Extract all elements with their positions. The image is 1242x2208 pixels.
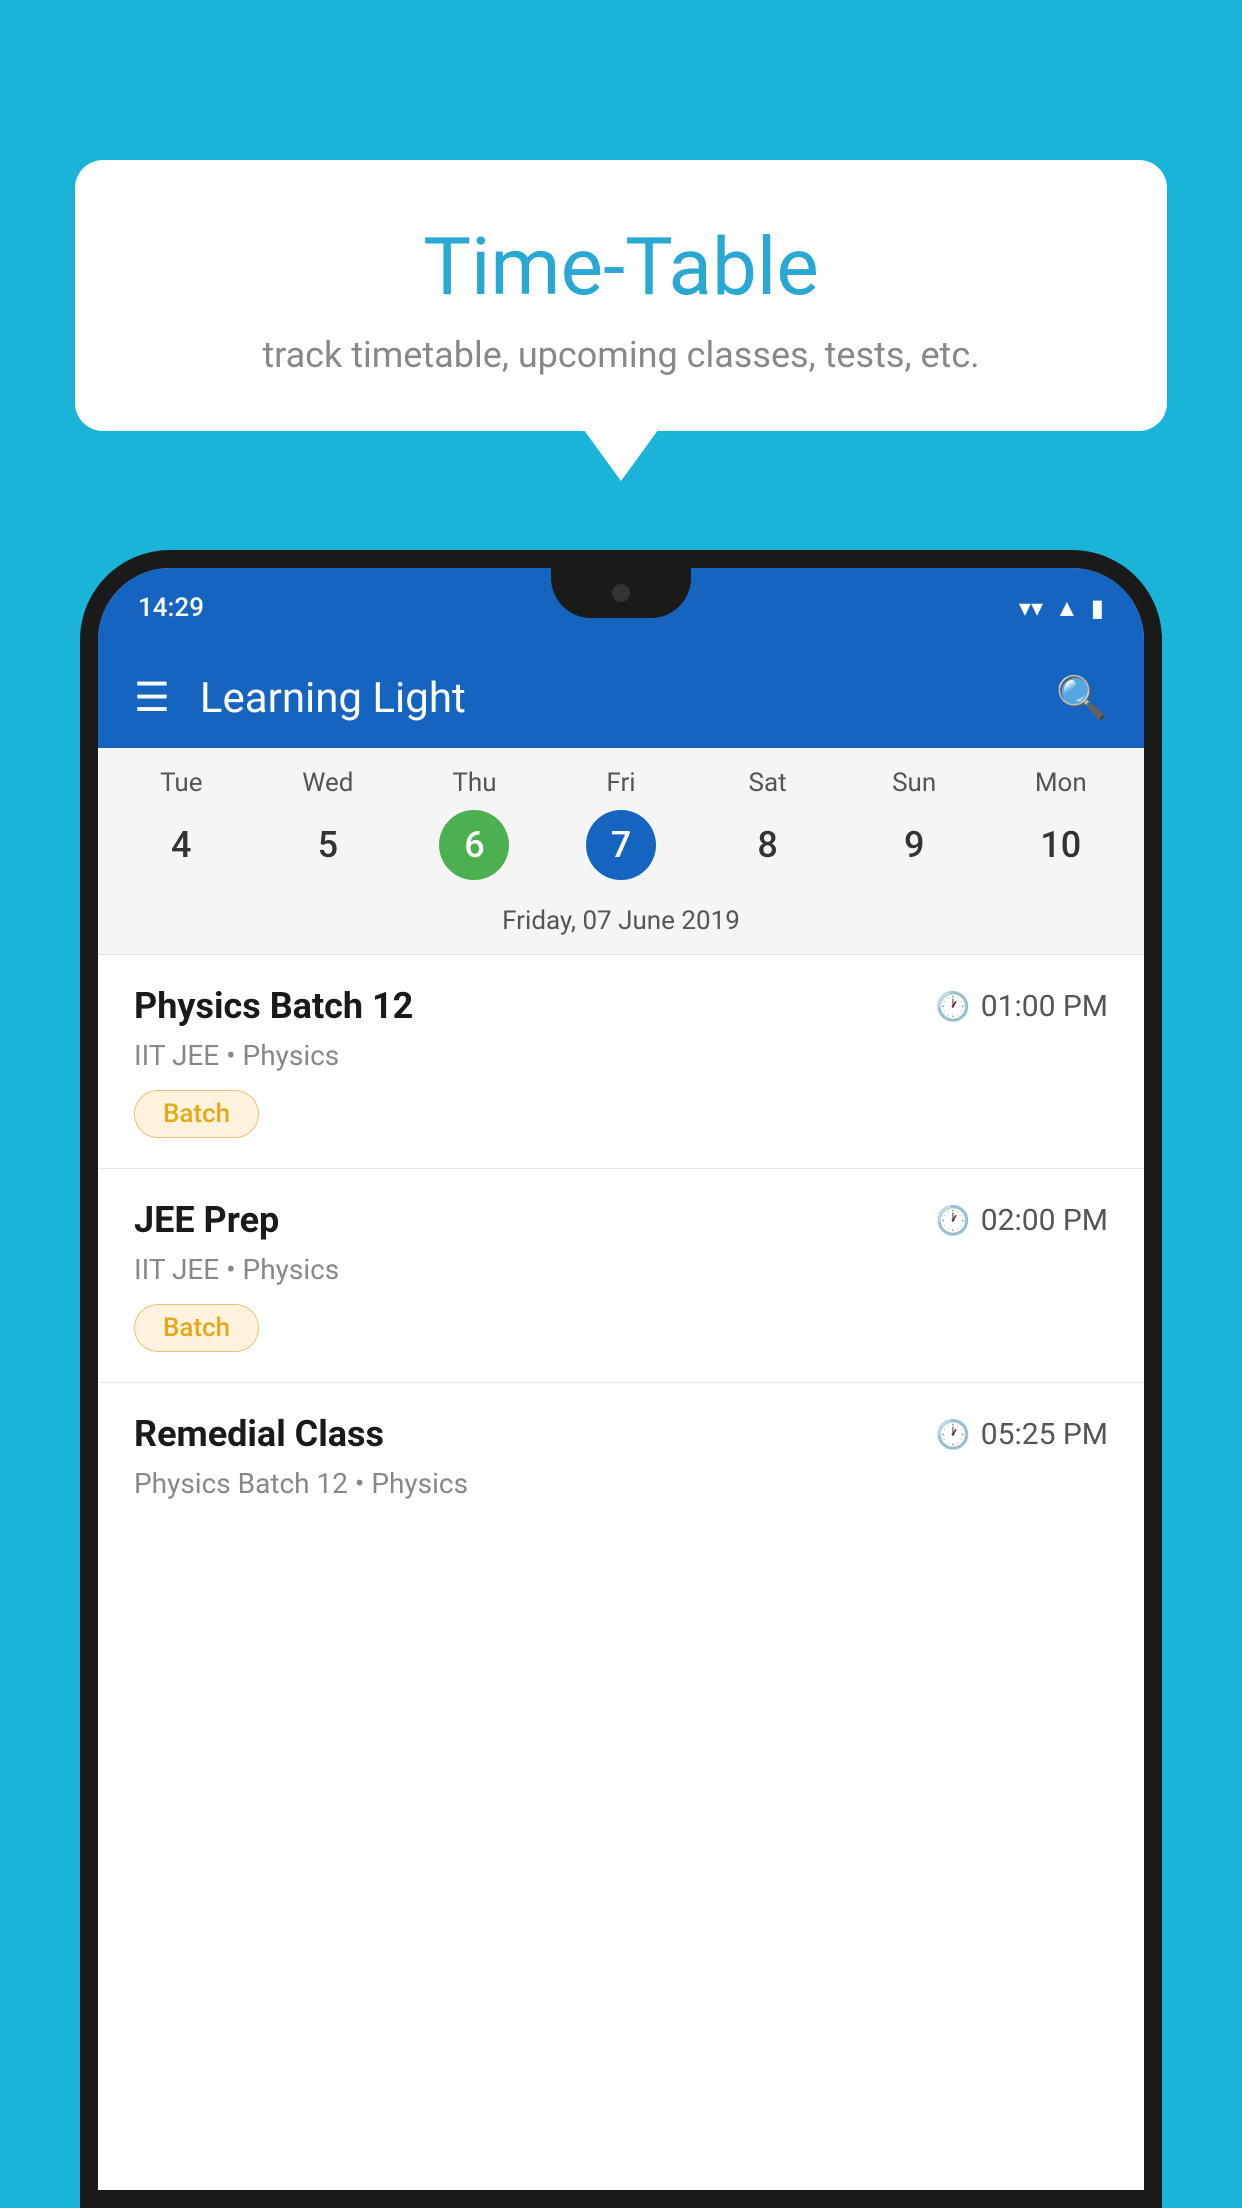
- time-text: 05:25 PM: [981, 1417, 1108, 1452]
- time-text: 02:00 PM: [981, 1203, 1108, 1238]
- day-name: Sun: [892, 768, 936, 798]
- day-name: Thu: [452, 768, 496, 798]
- class-item[interactable]: Physics Batch 12 🕐 01:00 PM IIT JEE • Physi…: [98, 955, 1144, 1169]
- day-number[interactable]: 7: [586, 810, 656, 880]
- status-icons: ▾▾ ▲ ▮: [1019, 594, 1104, 623]
- wifi-icon: ▾▾: [1019, 594, 1043, 622]
- battery-icon: ▮: [1091, 594, 1104, 622]
- calendar-day[interactable]: Sun 9: [841, 768, 988, 880]
- phone-screen: 14:29 ▾▾ ▲ ▮ ☰ Learning Light 🔍 Tue 4 Wed 5…: [98, 568, 1144, 2190]
- selected-date-label: Friday, 07 June 2019: [98, 890, 1144, 955]
- speech-bubble: Time-Table track timetable, upcoming cla…: [75, 160, 1167, 431]
- day-name: Tue: [160, 768, 202, 798]
- batch-tag: Batch: [134, 1090, 259, 1138]
- search-icon[interactable]: 🔍: [1056, 674, 1108, 723]
- time-text: 01:00 PM: [981, 989, 1108, 1024]
- class-name: Remedial Class: [134, 1413, 384, 1455]
- day-number[interactable]: 4: [146, 810, 216, 880]
- day-name: Fri: [606, 768, 635, 798]
- class-subject: IIT JEE • Physics: [134, 1039, 1108, 1072]
- class-item[interactable]: Remedial Class 🕐 05:25 PM Physics Batch 12 …: [98, 1383, 1144, 1538]
- app-title: Learning Light: [200, 674, 1026, 723]
- calendar-day[interactable]: Thu 6: [401, 768, 548, 880]
- clock-icon: 🕐: [936, 1418, 971, 1451]
- bubble-title: Time-Table: [115, 220, 1127, 314]
- class-time: 🕐 05:25 PM: [936, 1417, 1108, 1452]
- clock-icon: 🕐: [936, 990, 971, 1023]
- day-name: Sat: [749, 768, 787, 798]
- notch: [551, 568, 691, 618]
- class-time: 🕐 01:00 PM: [936, 989, 1108, 1024]
- calendar-day[interactable]: Mon 10: [987, 768, 1134, 880]
- batch-tag: Batch: [134, 1304, 259, 1352]
- day-number[interactable]: 10: [1026, 810, 1096, 880]
- days-row: Tue 4 Wed 5 Thu 6 Fri 7 Sat 8 Sun 9 Mon 10: [98, 768, 1144, 890]
- app-bar: ☰ Learning Light 🔍: [98, 648, 1144, 748]
- day-number[interactable]: 5: [293, 810, 363, 880]
- day-number[interactable]: 9: [879, 810, 949, 880]
- phone-mockup: 14:29 ▾▾ ▲ ▮ ☰ Learning Light 🔍 Tue 4 Wed 5…: [80, 550, 1162, 2208]
- calendar-day[interactable]: Tue 4: [108, 768, 255, 880]
- calendar-day[interactable]: Wed 5: [255, 768, 402, 880]
- hamburger-menu-icon[interactable]: ☰: [134, 678, 170, 718]
- class-subject: IIT JEE • Physics: [134, 1253, 1108, 1286]
- class-name: JEE Prep: [134, 1199, 279, 1241]
- status-bar: 14:29 ▾▾ ▲ ▮: [98, 568, 1144, 648]
- status-time: 14:29: [138, 593, 204, 623]
- bubble-subtitle: track timetable, upcoming classes, tests…: [115, 334, 1127, 376]
- signal-icon: ▲: [1055, 594, 1079, 623]
- camera-dot: [612, 584, 630, 602]
- class-name: Physics Batch 12: [134, 985, 413, 1027]
- calendar-day[interactable]: Sat 8: [694, 768, 841, 880]
- clock-icon: 🕐: [936, 1204, 971, 1237]
- calendar-day[interactable]: Fri 7: [548, 768, 695, 880]
- day-number[interactable]: 8: [733, 810, 803, 880]
- day-name: Wed: [302, 768, 353, 798]
- classes-list: Physics Batch 12 🕐 01:00 PM IIT JEE • Physi…: [98, 955, 1144, 1538]
- calendar-header: Tue 4 Wed 5 Thu 6 Fri 7 Sat 8 Sun 9 Mon 10 Friday, 07…: [98, 748, 1144, 955]
- day-number[interactable]: 6: [439, 810, 509, 880]
- class-time: 🕐 02:00 PM: [936, 1203, 1108, 1238]
- class-item[interactable]: JEE Prep 🕐 02:00 PM IIT JEE • Physics Batch: [98, 1169, 1144, 1383]
- class-subject: Physics Batch 12 • Physics: [134, 1467, 1108, 1500]
- day-name: Mon: [1035, 768, 1087, 798]
